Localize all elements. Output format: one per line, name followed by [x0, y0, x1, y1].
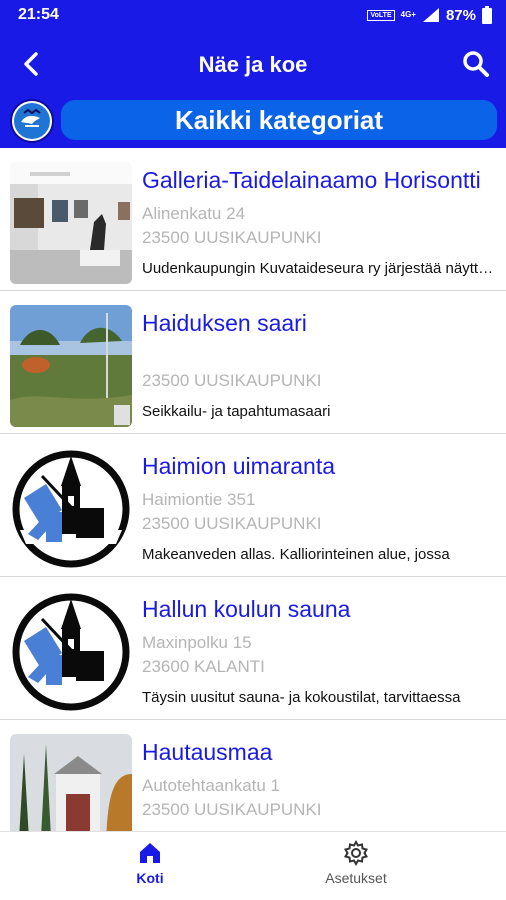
status-icons: VoLTE 4G+ 87%: [367, 6, 492, 24]
place-street: Autotehtaankatu 1: [142, 776, 281, 795]
battery-icon: [482, 6, 492, 24]
gallery-thumbnail: [10, 162, 132, 284]
place-description: Täysin uusitut sauna- ja kokoustilat, ta…: [142, 689, 461, 706]
place-name: Galleria-Taidelainaamo Horisontti: [142, 167, 481, 193]
place-postal: 23500 UUSIKAUPUNKI: [142, 371, 322, 390]
place-name: Haimion uimaranta: [142, 453, 336, 479]
category-selector-button[interactable]: Kaikki kategoriat: [61, 100, 497, 140]
place-postal: 23500 UUSIKAUPUNKI: [142, 800, 322, 819]
city-logo-thumbnail: [10, 448, 132, 570]
signal-icon: [422, 8, 439, 22]
network-type-icon: 4G+: [400, 10, 416, 19]
page-title: Näe ja koe: [198, 52, 308, 77]
place-street: [142, 345, 496, 369]
cemetery-thumbnail: [10, 734, 132, 831]
nav-settings[interactable]: Asetukset: [296, 840, 416, 886]
place-street: Alinenkatu 24: [142, 204, 246, 223]
volte-icon: VoLTE: [367, 9, 395, 21]
island-thumbnail: [10, 305, 132, 427]
place-name: Hautausmaa: [142, 739, 273, 765]
nav-home-label: Koti: [136, 870, 164, 886]
gear-icon: [343, 840, 369, 866]
city-logo-thumbnail: [10, 591, 132, 713]
status-time: 21:54: [18, 6, 59, 23]
nav-settings-label: Asetukset: [325, 870, 387, 886]
place-postal: 23500 UUSIKAUPUNKI: [142, 514, 322, 533]
list-item[interactable]: Hautausmaa Autotehtaankatu 1 23500 UUSIK…: [0, 720, 506, 831]
bottom-navigation: Koti Asetukset: [0, 831, 506, 900]
place-description: Makeanveden allas. Kalliorinteinen alue,…: [142, 546, 450, 563]
nav-home[interactable]: Koti: [90, 840, 210, 886]
battery-percent: 87%: [445, 6, 476, 24]
city-logo[interactable]: [10, 99, 54, 143]
place-street: Haimiontie 351: [142, 490, 256, 509]
list-item[interactable]: Hallun koulun sauna Maxinpolku 15 23600 …: [0, 577, 506, 720]
status-bar: 21:54 VoLTE 4G+ 87%: [0, 0, 506, 32]
home-icon: [140, 843, 160, 863]
category-bar: Kaikki kategoriat: [0, 96, 506, 148]
list-item[interactable]: Haimion uimaranta Haimiontie 351 23500 U…: [0, 434, 506, 577]
place-description: Uudenkaupungin Kuvataideseura ry järjest…: [142, 260, 496, 277]
list-item[interactable]: Galleria-Taidelainaamo Horisontti Alinen…: [0, 148, 506, 291]
app-bar: Näe ja koe: [0, 32, 506, 96]
city-crest-icon: [14, 103, 50, 139]
place-name: Haiduksen saari: [142, 310, 307, 336]
place-description: Seikkailu- ja tapahtumasaari: [142, 403, 331, 420]
place-street: Maxinpolku 15: [142, 633, 252, 652]
list-item[interactable]: Haiduksen saari 23500 UUSIKAUPUNKI Seikk…: [0, 291, 506, 434]
places-list: Galleria-Taidelainaamo Horisontti Alinen…: [0, 148, 506, 831]
place-postal: 23500 UUSIKAUPUNKI: [142, 228, 322, 247]
search-icon[interactable]: [460, 48, 492, 80]
place-name: Hallun koulun sauna: [142, 596, 351, 622]
place-postal: 23600 KALANTI: [142, 657, 265, 676]
